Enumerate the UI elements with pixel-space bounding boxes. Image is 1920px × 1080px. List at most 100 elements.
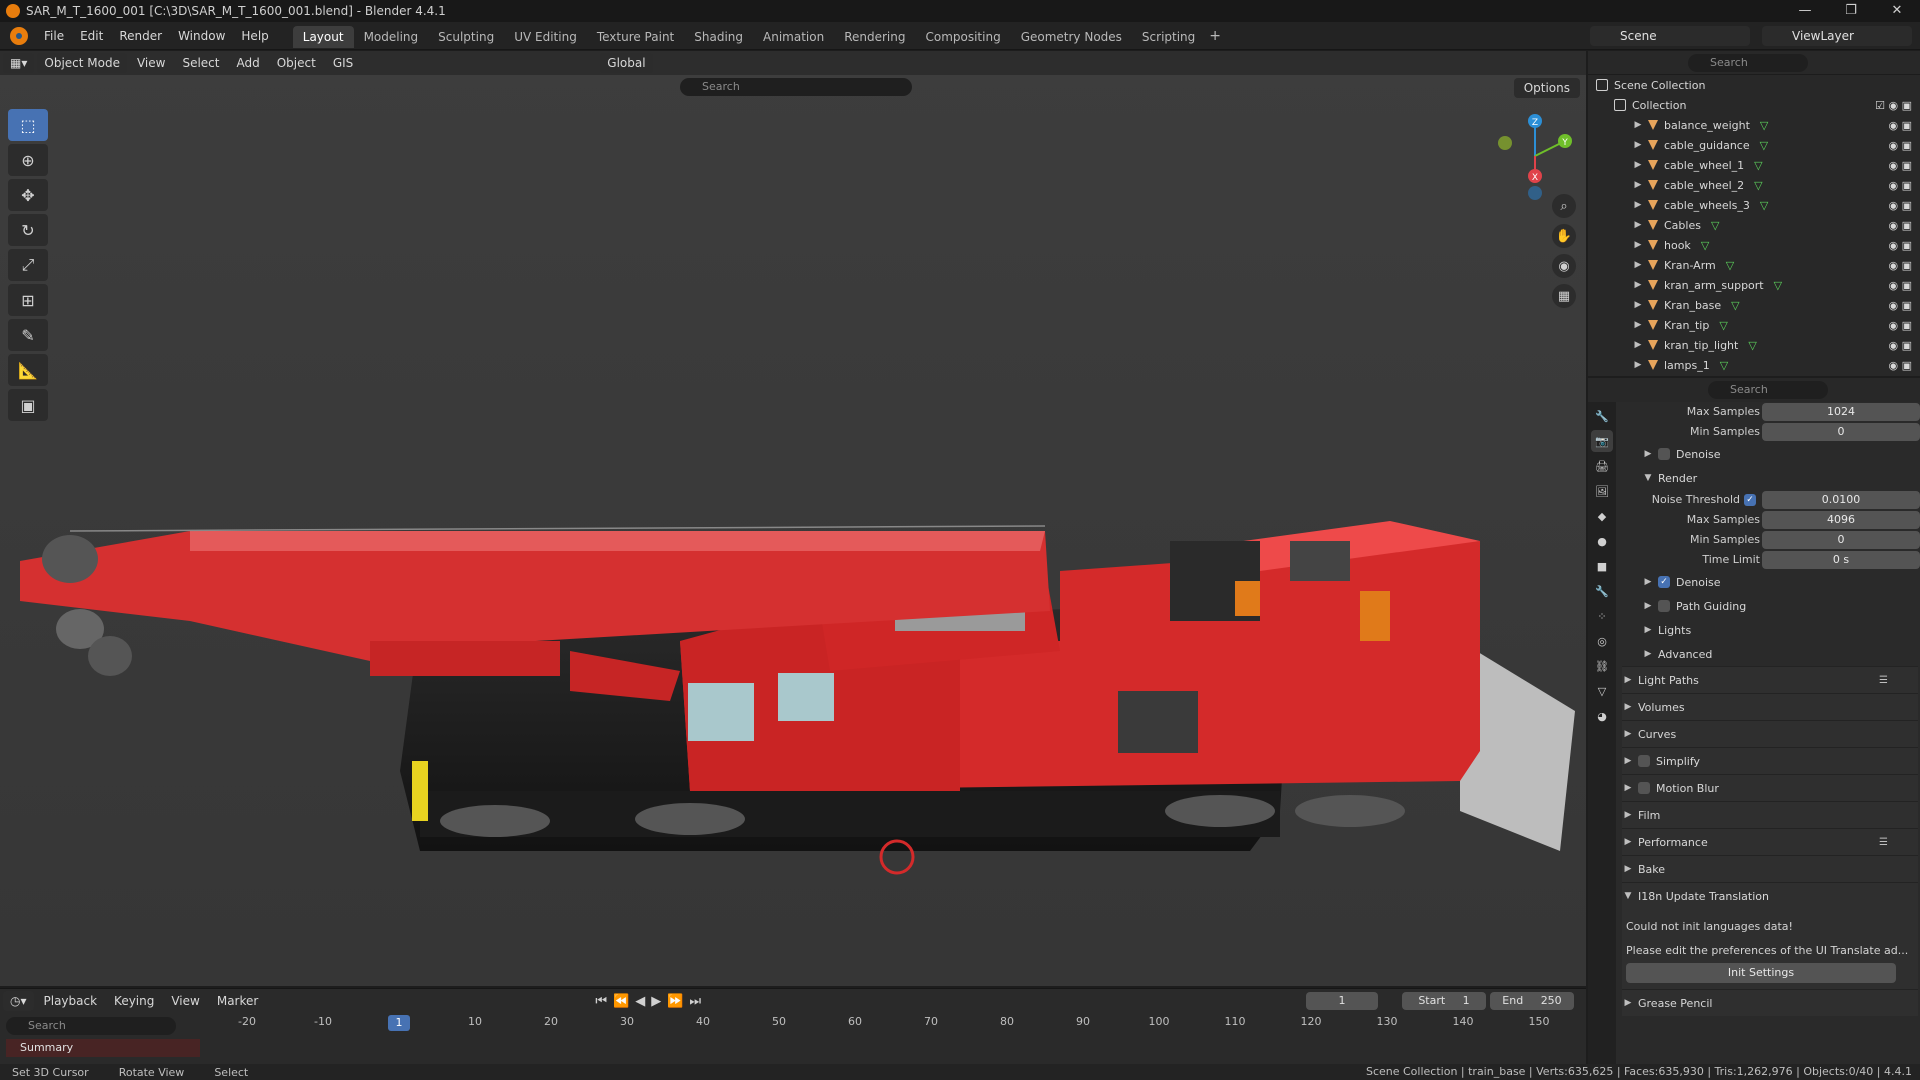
particles-tab-icon[interactable]: ⁘ <box>1591 605 1613 627</box>
tab-layout[interactable]: Layout <box>292 26 354 48</box>
film-section[interactable]: ▶ Film <box>1622 801 1918 828</box>
top-max-samples-field[interactable]: 1024 <box>1762 403 1920 421</box>
viewport-menu-add[interactable]: Add <box>229 53 266 73</box>
outliner-object-row[interactable]: ▶ balance_weight ▽ ◉ ▣ <box>1588 115 1920 135</box>
viewport-menu-select[interactable]: Select <box>175 53 226 73</box>
menu-help[interactable]: Help <box>233 22 276 50</box>
visibility-icons[interactable]: ◉ ▣ <box>1889 139 1913 152</box>
playback-controls[interactable]: ⏮⏪◀▶⏩⏭ <box>595 994 707 1009</box>
volumes-section[interactable]: ▶ Volumes <box>1622 693 1918 720</box>
motion-blur-checkbox[interactable] <box>1638 782 1650 794</box>
noise-threshold-field[interactable]: 0.0100 <box>1762 491 1920 509</box>
object-tab-icon[interactable]: ■ <box>1591 555 1613 577</box>
visibility-icons[interactable]: ◉ ▣ <box>1889 199 1913 212</box>
outliner-object-row[interactable]: ▶ hook ▽ ◉ ▣ <box>1588 235 1920 255</box>
visibility-icons[interactable]: ☑ ◉ ▣ <box>1875 99 1912 112</box>
curves-section[interactable]: ▶ Curves <box>1622 720 1918 747</box>
world-tab-icon[interactable]: ● <box>1591 530 1613 552</box>
menu-file[interactable]: File <box>36 22 72 50</box>
render-subpanel[interactable]: ▼ Render <box>1622 466 1918 490</box>
visibility-icons[interactable]: ◉ ▣ <box>1889 159 1913 172</box>
measure-tool-icon[interactable]: 📐 <box>8 354 48 386</box>
outliner-object-row[interactable]: ▶ lamps_1 ▽ ◉ ▣ <box>1588 355 1920 375</box>
i18n-section[interactable]: ▼ I18n Update Translation <box>1622 882 1918 909</box>
tab-modeling[interactable]: Modeling <box>354 26 429 48</box>
lights-subpanel[interactable]: ▶ Lights <box>1622 618 1918 642</box>
navigation-gizmo[interactable]: Z Y X <box>1490 111 1580 201</box>
current-frame-marker[interactable]: 1 <box>388 1015 410 1031</box>
timeline-editor-type-button[interactable]: ◷▾ <box>3 991 34 1011</box>
visibility-icons[interactable]: ◉ ▣ <box>1889 259 1913 272</box>
tab-compositing[interactable]: Compositing <box>915 26 1010 48</box>
cursor-tool-icon[interactable]: ⊕ <box>8 144 48 176</box>
menu-window[interactable]: Window <box>170 22 233 50</box>
viewport-menu-object[interactable]: Object <box>270 53 323 73</box>
options-button[interactable]: Options <box>1513 78 1580 98</box>
scene-selector[interactable]: Scene <box>1590 26 1750 46</box>
visibility-icons[interactable]: ◉ ▣ <box>1889 239 1913 252</box>
bake-section[interactable]: ▶ Bake <box>1622 855 1918 882</box>
light-paths-section[interactable]: ▶ Light Paths ☰ <box>1622 666 1918 693</box>
top-min-samples-field[interactable]: 0 <box>1762 423 1920 441</box>
close-button[interactable]: ✕ <box>1874 0 1920 22</box>
outliner-search-input[interactable]: Search <box>1688 53 1808 72</box>
visibility-icons[interactable]: ◉ ▣ <box>1889 279 1913 292</box>
crane-model[interactable] <box>0 51 1586 986</box>
scene-tab-icon[interactable]: ◆ <box>1591 505 1613 527</box>
outliner-object-row[interactable]: ▶ Cables ▽ ◉ ▣ <box>1588 215 1920 235</box>
annotate-tool-icon[interactable]: ✎ <box>8 319 48 351</box>
outliner-object-row[interactable]: ▶ Kran-Arm ▽ ◉ ▣ <box>1588 255 1920 275</box>
menu-edit[interactable]: Edit <box>72 22 111 50</box>
tab-rendering[interactable]: Rendering <box>834 26 915 48</box>
outliner-object-row[interactable]: ▶ Kran_base ▽ ◉ ▣ <box>1588 295 1920 315</box>
tab-scripting[interactable]: Scripting <box>1132 26 1205 48</box>
visibility-icons[interactable]: ◉ ▣ <box>1889 339 1913 352</box>
viewport-menu-view[interactable]: View <box>130 53 172 73</box>
timeline-menu-keying[interactable]: Keying <box>107 991 161 1011</box>
modifiers-tab-icon[interactable]: 🔧 <box>1591 580 1613 602</box>
start-frame-field[interactable]: Start 1 <box>1402 992 1486 1010</box>
timeline-menu-marker[interactable]: Marker <box>210 991 265 1011</box>
visibility-icons[interactable]: ◉ ▣ <box>1889 299 1913 312</box>
constraints-tab-icon[interactable]: ⛓ <box>1591 655 1613 677</box>
advanced-subpanel[interactable]: ▶ Advanced <box>1622 642 1918 666</box>
3d-viewport[interactable]: ▦▾ Object Mode View Select Add Object GI… <box>0 51 1586 986</box>
render-denoise-checkbox[interactable]: ✓ <box>1658 576 1670 588</box>
rotate-tool-icon[interactable]: ↻ <box>8 214 48 246</box>
transform-tool-icon[interactable]: ⊞ <box>8 284 48 316</box>
path-guiding-subpanel[interactable]: ▶ Path Guiding <box>1622 594 1918 618</box>
data-tab-icon[interactable]: ▽ <box>1591 680 1613 702</box>
properties-search-input[interactable]: Search <box>1708 381 1828 399</box>
motion-blur-section[interactable]: ▶ Motion Blur <box>1622 774 1918 801</box>
end-frame-field[interactable]: End 250 <box>1490 992 1574 1010</box>
viewport-search-input[interactable]: Search <box>680 78 912 96</box>
visibility-icons[interactable]: ◉ ▣ <box>1889 319 1913 332</box>
tab-shading[interactable]: Shading <box>684 26 753 48</box>
outliner-object-row[interactable]: ▶ kran_tip_light ▽ ◉ ▣ <box>1588 335 1920 355</box>
min-samples-field[interactable]: 0 <box>1762 531 1920 549</box>
tool-tab-icon[interactable]: 🔧 <box>1591 405 1613 427</box>
transform-orientation-dropdown[interactable]: Global <box>600 53 653 73</box>
maximize-button[interactable]: ❐ <box>1828 0 1874 22</box>
outliner-object-row[interactable]: ▶ kran_arm_support ▽ ◉ ▣ <box>1588 275 1920 295</box>
time-limit-field[interactable]: 0 s <box>1762 551 1920 569</box>
visibility-icons[interactable]: ◉ ▣ <box>1889 359 1913 372</box>
pan-hand-icon[interactable]: ✋ <box>1552 224 1576 248</box>
editor-type-button[interactable]: ▦▾ <box>3 53 35 73</box>
presets-list-icon[interactable]: ☰ <box>1879 837 1888 848</box>
tab-animation[interactable]: Animation <box>753 26 834 48</box>
menu-render[interactable]: Render <box>111 22 170 50</box>
outliner-object-row[interactable]: ▶ cable_guidance ▽ ◉ ▣ <box>1588 135 1920 155</box>
timeline-menu-view[interactable]: View <box>164 991 206 1011</box>
viewport-menu-gis[interactable]: GIS <box>326 53 360 73</box>
tab-geometry-nodes[interactable]: Geometry Nodes <box>1011 26 1132 48</box>
select-box-tool-icon[interactable]: ⬚ <box>8 109 48 141</box>
tab-sculpting[interactable]: Sculpting <box>428 26 504 48</box>
simplify-checkbox[interactable] <box>1638 755 1650 767</box>
init-settings-button[interactable]: Init Settings <box>1626 963 1896 983</box>
simplify-section[interactable]: ▶ Simplify <box>1622 747 1918 774</box>
presets-list-icon[interactable]: ☰ <box>1879 675 1888 686</box>
performance-section[interactable]: ▶ Performance ☰ <box>1622 828 1918 855</box>
tab-texture-paint[interactable]: Texture Paint <box>587 26 684 48</box>
timeline-menu-playback[interactable]: Playback <box>37 991 105 1011</box>
